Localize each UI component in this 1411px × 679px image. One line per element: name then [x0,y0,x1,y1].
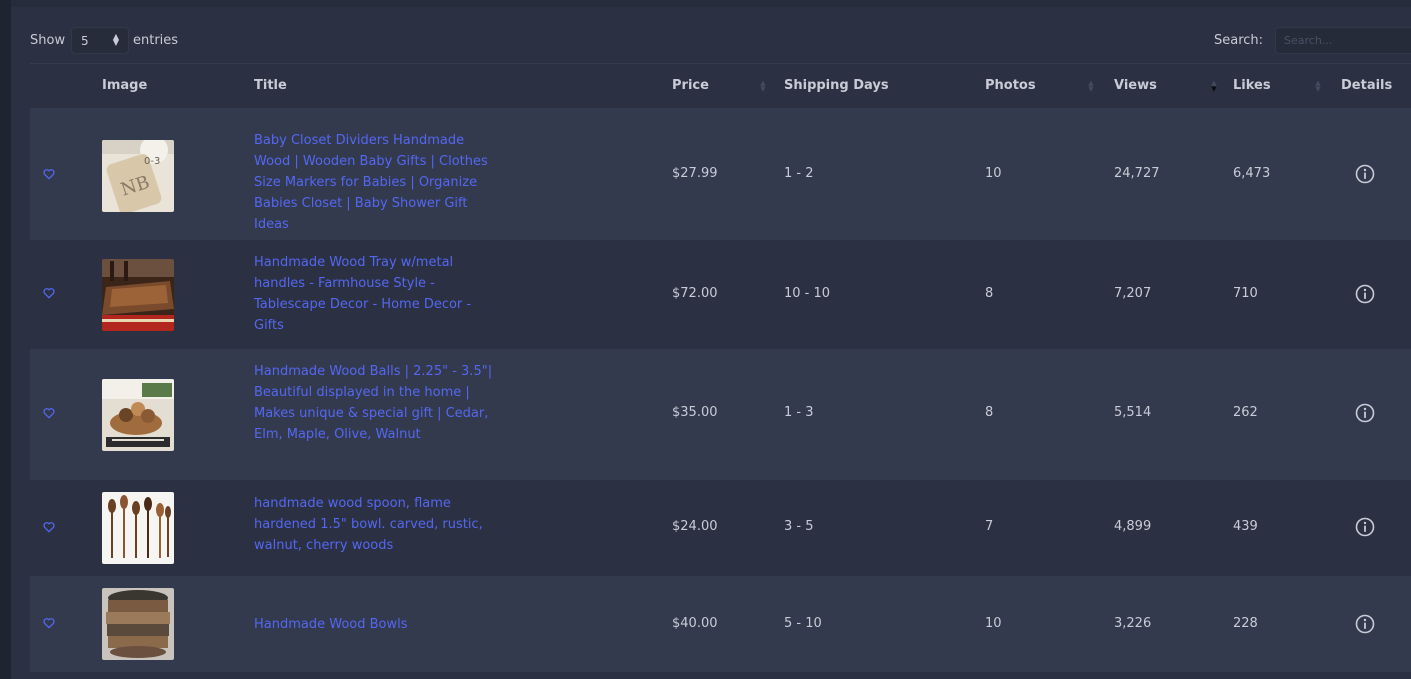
product-title-link[interactable]: Handmade Wood Balls | 2.25" - 3.5"| Beau… [254,361,499,445]
shipping-days-cell: 1 - 2 [784,166,814,181]
search-input[interactable] [1275,27,1411,54]
column-header-photos[interactable]: Photos [985,78,1036,93]
views-cell: 3,226 [1114,616,1152,631]
shipping-days-cell: 5 - 10 [784,616,822,631]
likes-cell: 262 [1233,405,1258,420]
closet-divider-thumbnail[interactable]: 0-3 NB [102,140,174,212]
info-icon[interactable] [1355,284,1375,304]
column-header-image[interactable]: Image [102,78,147,93]
wood-bowls-thumbnail[interactable] [102,588,174,660]
table-row: handmade wood spoon, flame hardened 1.5"… [30,480,1411,576]
views-cell: 7,207 [1114,286,1152,301]
table-row: Handmade Wood Bowls $40.00 5 - 10 10 3,2… [30,576,1411,672]
product-title-link[interactable]: handmade wood spoon, flame hardened 1.5"… [254,493,499,556]
entries-label: entries [133,33,179,48]
product-title-link[interactable]: Handmade Wood Bowls [254,614,499,635]
entries-length-value: 5 [81,34,89,48]
photos-cell: 8 [985,286,994,301]
product-title-link[interactable]: Baby Closet Dividers Handmade Wood | Woo… [254,130,499,235]
table-header: Image Title Price ▲ ▼ Shipping Days Photo… [30,64,1411,108]
heart-icon[interactable] [42,616,56,630]
search-label: Search: [1214,33,1264,48]
heart-icon[interactable] [42,286,56,300]
views-cell: 4,899 [1114,519,1152,534]
sort-price-icon[interactable]: ▲ ▼ [759,80,767,93]
column-header-views[interactable]: Views [1114,78,1157,93]
left-sidebar-edge [0,0,11,679]
price-cell: $72.00 [672,286,718,301]
info-icon[interactable] [1355,614,1375,634]
views-cell: 24,727 [1114,166,1160,181]
sort-likes-icon[interactable]: ▲ ▼ [1314,80,1322,93]
views-cell: 5,514 [1114,405,1152,420]
product-title-link[interactable]: Handmade Wood Tray w/metal handles - Far… [254,252,499,336]
shipping-days-cell: 10 - 10 [784,286,831,301]
price-cell: $24.00 [672,519,718,534]
wood-balls-thumbnail[interactable] [102,379,174,451]
price-cell: $35.00 [672,405,718,420]
price-cell: $27.99 [672,166,718,181]
shipping-days-cell: 1 - 3 [784,405,814,420]
column-header-shipping-days[interactable]: Shipping Days [784,78,889,93]
photos-cell: 7 [985,519,994,534]
column-header-likes[interactable]: Likes [1233,78,1271,93]
info-icon[interactable] [1355,164,1375,184]
likes-cell: 228 [1233,616,1258,631]
wood-tray-thumbnail[interactable] [102,259,174,331]
photos-cell: 10 [985,166,1002,181]
entries-length-select[interactable]: 5 ▲ ▼ [71,27,129,54]
heart-icon[interactable] [42,406,56,420]
sort-photos-icon[interactable]: ▲ ▼ [1087,80,1095,93]
photos-cell: 8 [985,405,994,420]
likes-cell: 6,473 [1233,166,1271,181]
select-arrows-icon: ▲ ▼ [112,32,119,47]
show-label: Show [30,33,66,48]
column-header-price[interactable]: Price [672,78,709,93]
photos-cell: 10 [985,616,1002,631]
table-row: Handmade Wood Balls | 2.25" - 3.5"| Beau… [30,349,1411,480]
table-panel: Show 5 ▲▼ entries Search: Image Title Pr… [11,7,1411,679]
table-controls: Show 5 ▲ ▼ entries Search: [11,7,1411,63]
table-row: Handmade Wood Tray w/metal handles - Far… [30,240,1411,349]
shipping-days-cell: 3 - 5 [784,519,814,534]
column-header-details: Details [1341,78,1393,93]
table-row: 0-3 NB Baby Closet Dividers Handmade Woo… [30,108,1411,240]
sort-views-icon[interactable]: ▲ ▼ [1210,80,1218,93]
price-cell: $40.00 [672,616,718,631]
svg-text:0-3: 0-3 [144,156,160,167]
likes-cell: 710 [1233,286,1258,301]
info-icon[interactable] [1355,403,1375,423]
column-header-title[interactable]: Title [254,78,287,93]
wood-spoons-thumbnail[interactable] [102,492,174,564]
heart-icon[interactable] [42,520,56,534]
likes-cell: 439 [1233,519,1258,534]
heart-icon[interactable] [42,167,56,181]
info-icon[interactable] [1355,517,1375,537]
